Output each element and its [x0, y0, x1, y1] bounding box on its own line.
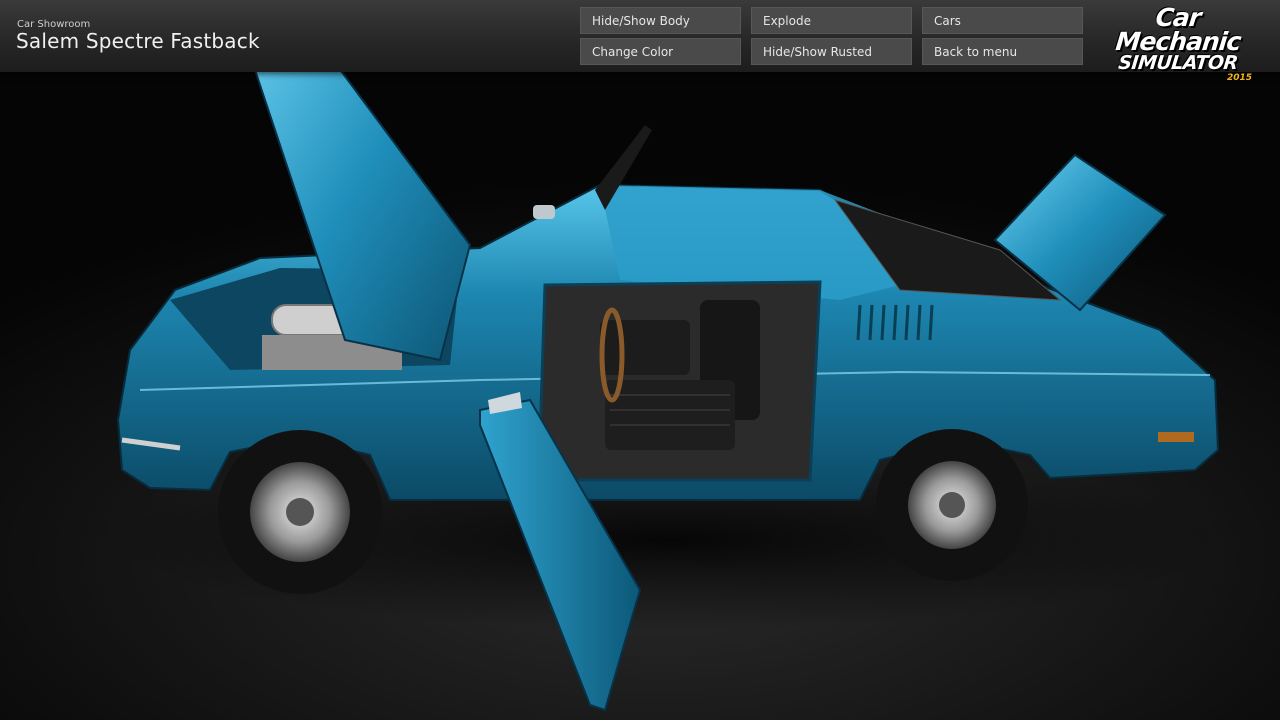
car-render [110, 0, 1230, 712]
logo-line-mechanic: Mechanic [1114, 27, 1242, 56]
top-bar: Car Showroom Salem Spectre Fastback Hide… [0, 0, 1280, 72]
back-to-menu-button[interactable]: Back to menu [922, 38, 1083, 65]
logo-line-simulator: SIMULATOR [1117, 52, 1239, 74]
showroom-viewport[interactable] [0, 0, 1280, 720]
cars-button[interactable]: Cars [922, 7, 1083, 34]
game-logo: Car Mechanic SIMULATOR 2015 [1098, 3, 1258, 84]
change-color-button[interactable]: Change Color [580, 38, 741, 65]
hide-show-body-button[interactable]: Hide/Show Body [580, 7, 741, 34]
hide-show-rusted-button[interactable]: Hide/Show Rusted [751, 38, 912, 65]
explode-button[interactable]: Explode [751, 7, 912, 34]
car-name-title: Salem Spectre Fastback [16, 29, 260, 53]
logo-year: 2015 [1226, 73, 1252, 83]
